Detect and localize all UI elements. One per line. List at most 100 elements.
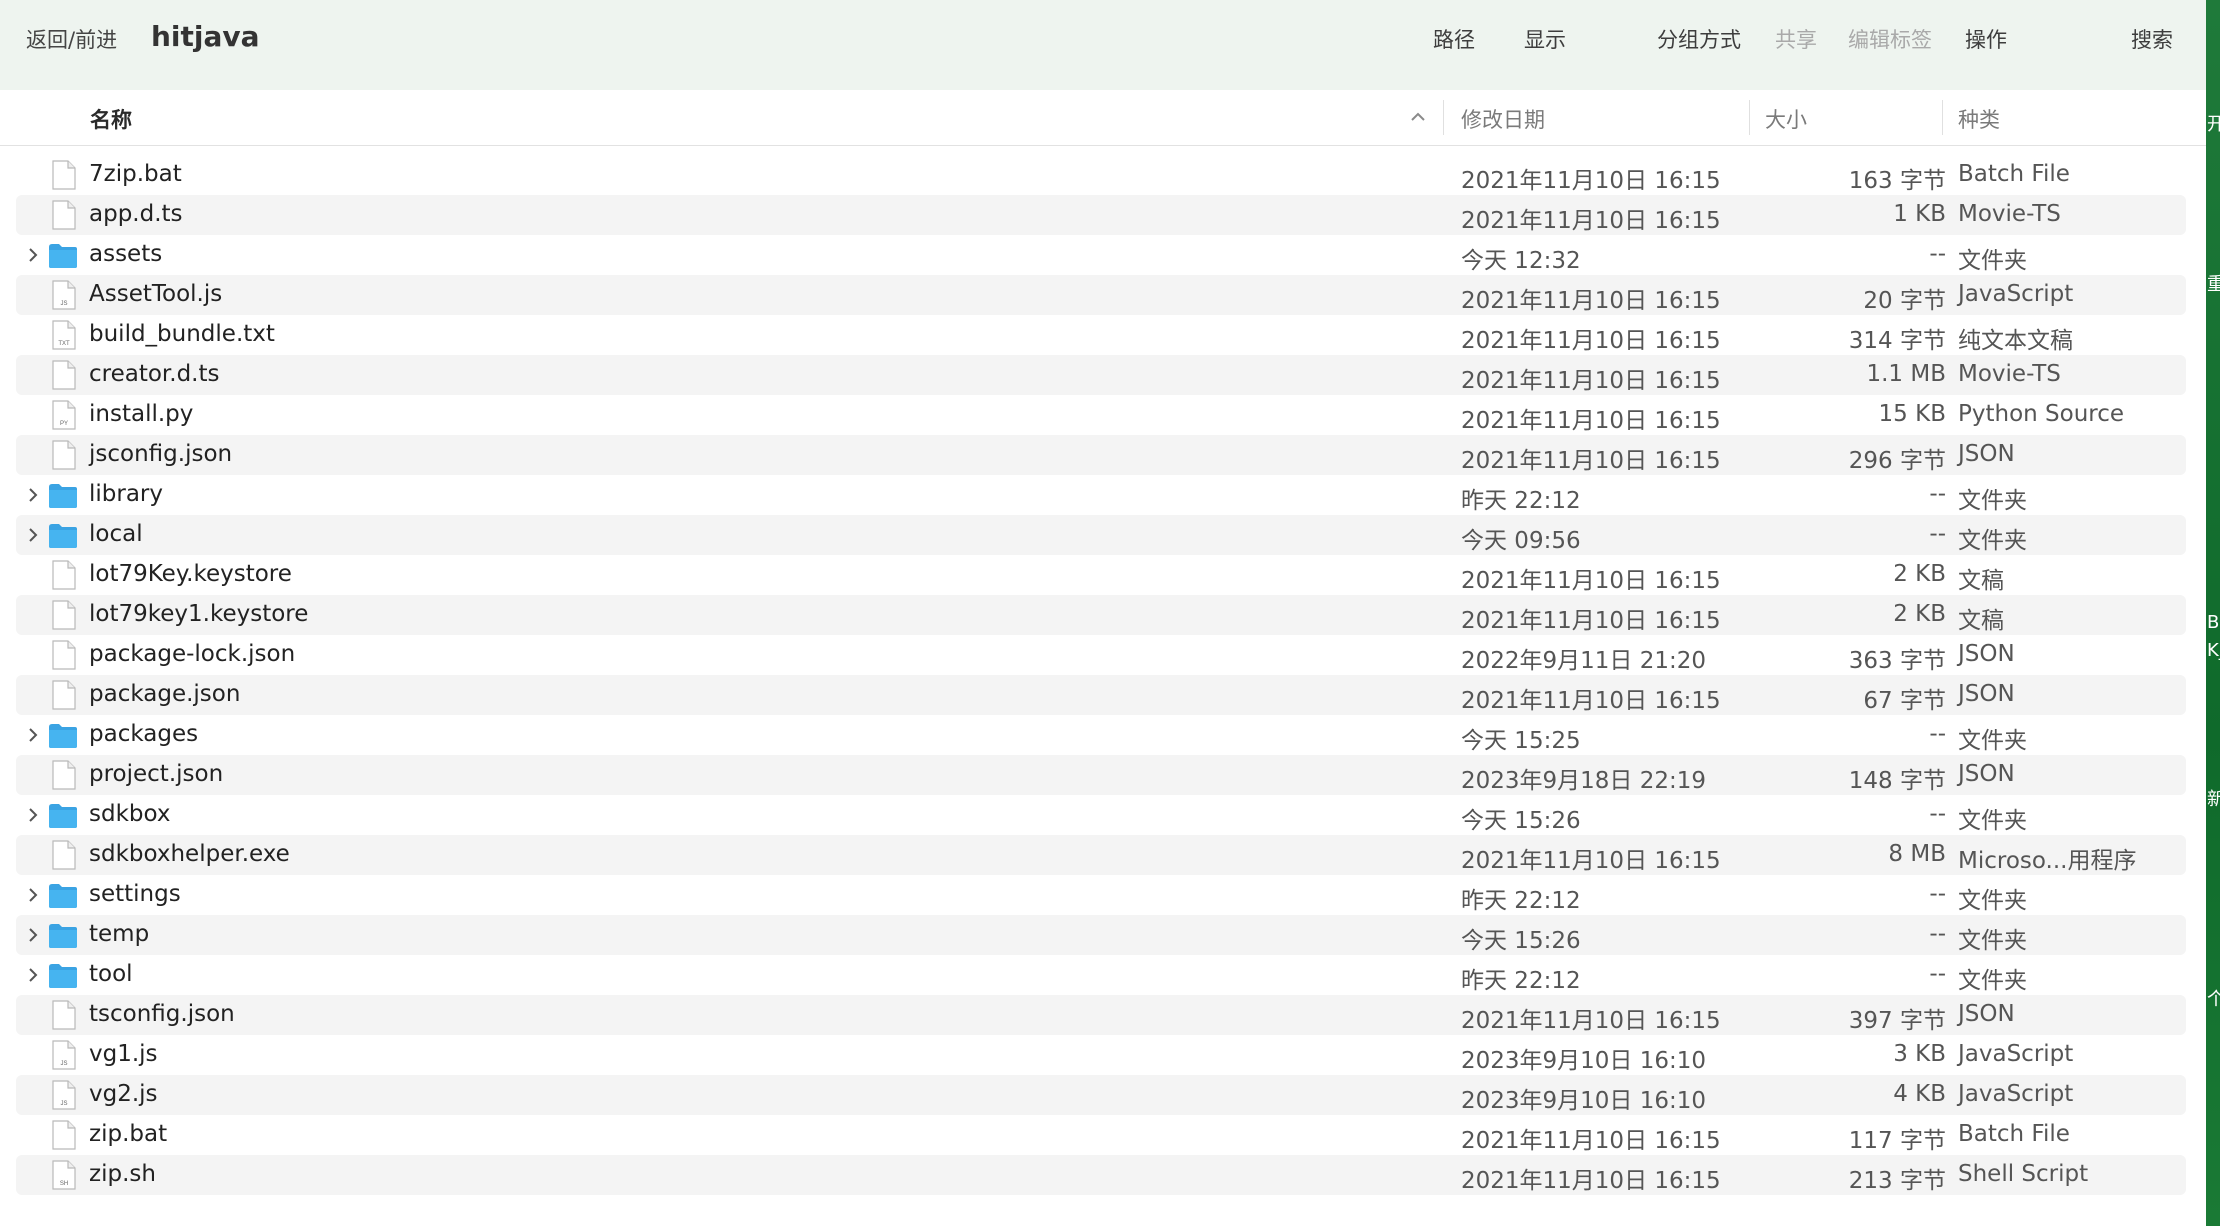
modified-date: 2021年11月10日 16:15 xyxy=(1461,568,1721,594)
path-button[interactable]: 路径 xyxy=(1433,24,1475,54)
file-kind: Batch File xyxy=(1958,161,2070,187)
document-icon xyxy=(52,1000,76,1030)
file-kind: 文件夹 xyxy=(1958,928,2027,954)
folder-icon xyxy=(49,484,77,508)
txt-file-icon: TXT xyxy=(52,320,76,350)
file-row[interactable]: PY install.py 2021年11月10日 16:15 15 KB Python… xyxy=(16,395,2186,435)
svg-text:JS: JS xyxy=(60,301,67,307)
folder-row[interactable]: temp 今天 15:26 -- 文件夹 xyxy=(16,915,2186,955)
file-row[interactable]: zip.bat 2021年11月10日 16:15 117 字节 Batch File xyxy=(16,1115,2186,1155)
background-text: 个 xyxy=(2207,989,2220,1010)
file-row[interactable]: jsconfig.json 2021年11月10日 16:15 296 字节 JSON xyxy=(16,435,2186,475)
kind-column-header[interactable]: 种类 xyxy=(1958,104,2000,134)
disclosure-chevron-icon[interactable] xyxy=(24,246,42,264)
modified-date: 今天 09:56 xyxy=(1461,528,1581,554)
file-row[interactable]: app.d.ts 2021年11月10日 16:15 1 KB Movie-TS xyxy=(16,195,2186,235)
file-kind: 文稿 xyxy=(1958,568,2004,594)
name-column-header[interactable]: 名称 xyxy=(90,104,132,134)
folder-icon xyxy=(49,724,77,748)
file-row[interactable]: lot79key1.keystore 2021年11月10日 16:15 2 KB 文… xyxy=(16,595,2186,635)
file-kind: Shell Script xyxy=(1958,1161,2089,1187)
edit-tags-button[interactable]: 编辑标签 xyxy=(1848,24,1932,54)
file-kind: JavaScript xyxy=(1958,1081,2074,1107)
disclosure-chevron-icon[interactable] xyxy=(24,526,42,544)
disclosure-chevron-icon[interactable] xyxy=(24,486,42,504)
file-row[interactable]: lot79Key.keystore 2021年11月10日 16:15 2 KB 文稿 xyxy=(16,555,2186,595)
file-name: library xyxy=(89,481,163,507)
folder-icon xyxy=(49,884,77,908)
folder-row[interactable]: packages 今天 15:25 -- 文件夹 xyxy=(16,715,2186,755)
disclosure-chevron-icon[interactable] xyxy=(24,886,42,904)
svg-text:PY: PY xyxy=(60,421,68,427)
sort-ascending-icon[interactable] xyxy=(1409,108,1427,126)
file-name: 7zip.bat xyxy=(89,161,182,187)
file-size: -- xyxy=(1929,961,1946,987)
file-row[interactable]: SH zip.sh 2021年11月10日 16:15 213 字节 Shell Scr… xyxy=(16,1155,2186,1195)
folder-row[interactable]: local 今天 09:56 -- 文件夹 xyxy=(16,515,2186,555)
date-column-header[interactable]: 修改日期 xyxy=(1461,104,1545,134)
svg-text:JS: JS xyxy=(60,1101,67,1107)
file-size: 1 KB xyxy=(1893,201,1946,227)
file-name: build_bundle.txt xyxy=(89,321,275,347)
file-row[interactable]: creator.d.ts 2021年11月10日 16:15 1.1 MB Movie… xyxy=(16,355,2186,395)
folder-row[interactable]: sdkbox 今天 15:26 -- 文件夹 xyxy=(16,795,2186,835)
column-divider[interactable] xyxy=(1443,100,1444,135)
file-size: -- xyxy=(1929,801,1946,827)
file-size: 2 KB xyxy=(1893,601,1946,627)
document-icon xyxy=(52,360,76,390)
view-button[interactable]: 显示 xyxy=(1524,24,1566,54)
folder-icon xyxy=(49,244,77,268)
file-size: -- xyxy=(1929,721,1946,747)
disclosure-chevron-icon[interactable] xyxy=(24,726,42,744)
modified-date: 2021年11月10日 16:15 xyxy=(1461,168,1721,194)
action-button[interactable]: 操作 xyxy=(1965,24,2007,54)
file-row[interactable]: JS AssetTool.js 2021年11月10日 16:15 20 字节 Java… xyxy=(16,275,2186,315)
background-text: 开 xyxy=(2207,114,2220,135)
file-size: -- xyxy=(1929,881,1946,907)
modified-date: 2021年11月10日 16:15 xyxy=(1461,448,1721,474)
file-name: packages xyxy=(89,721,199,747)
disclosure-chevron-icon[interactable] xyxy=(24,926,42,944)
file-size: 20 字节 xyxy=(1863,288,1946,314)
file-row[interactable]: package.json 2021年11月10日 16:15 67 字节 JSON xyxy=(16,675,2186,715)
column-divider[interactable] xyxy=(1749,100,1750,135)
svg-text:TXT: TXT xyxy=(58,341,70,347)
size-column-header[interactable]: 大小 xyxy=(1765,104,1807,134)
folder-row[interactable]: settings 昨天 22:12 -- 文件夹 xyxy=(16,875,2186,915)
disclosure-chevron-icon[interactable] xyxy=(24,966,42,984)
group-by-button[interactable]: 分组方式 xyxy=(1657,24,1741,54)
folder-icon xyxy=(49,524,77,548)
file-size: 2 KB xyxy=(1893,561,1946,587)
file-kind: JavaScript xyxy=(1958,1041,2074,1067)
file-size: 148 字节 xyxy=(1848,768,1946,794)
share-button[interactable]: 共享 xyxy=(1775,24,1817,54)
js-file-icon: JS xyxy=(52,1040,76,1070)
file-row[interactable]: project.json 2023年9月18日 22:19 148 字节 JSON xyxy=(16,755,2186,795)
file-size: 4 KB xyxy=(1893,1081,1946,1107)
file-row[interactable]: JS vg2.js 2023年9月10日 16:10 4 KB JavaScript xyxy=(16,1075,2186,1115)
python-file-icon: PY xyxy=(52,400,76,430)
file-name: jsconfig.json xyxy=(89,441,233,467)
folder-row[interactable]: assets 今天 12:32 -- 文件夹 xyxy=(16,235,2186,275)
file-row[interactable]: 7zip.bat 2021年11月10日 16:15 163 字节 Batch Fil… xyxy=(16,155,2186,195)
modified-date: 2021年11月10日 16:15 xyxy=(1461,1128,1721,1154)
column-header: 名称 修改日期 大小 种类 xyxy=(0,90,2206,146)
modified-date: 2021年11月10日 16:15 xyxy=(1461,688,1721,714)
svg-text:SH: SH xyxy=(60,1181,68,1187)
file-row[interactable]: package-lock.json 2022年9月11日 21:20 363 字节 J… xyxy=(16,635,2186,675)
file-size: 67 字节 xyxy=(1863,688,1946,714)
folder-row[interactable]: library 昨天 22:12 -- 文件夹 xyxy=(16,475,2186,515)
file-row[interactable]: TXT build_bundle.txt 2021年11月10日 16:15 314 … xyxy=(16,315,2186,355)
file-row[interactable]: tsconfig.json 2021年11月10日 16:15 397 字节 JSON xyxy=(16,995,2186,1035)
back-forward-button[interactable]: 返回/前进 xyxy=(26,24,117,54)
folder-row[interactable]: tool 昨天 22:12 -- 文件夹 xyxy=(16,955,2186,995)
disclosure-chevron-icon[interactable] xyxy=(24,806,42,824)
file-kind: JavaScript xyxy=(1958,281,2074,307)
file-row[interactable]: JS vg1.js 2023年9月10日 16:10 3 KB JavaScript xyxy=(16,1035,2186,1075)
file-name: project.json xyxy=(89,761,224,787)
background-text: 新 xyxy=(2207,789,2220,810)
document-icon xyxy=(52,760,76,790)
column-divider[interactable] xyxy=(1942,100,1943,135)
search-button[interactable]: 搜索 xyxy=(2131,24,2173,54)
file-row[interactable]: sdkboxhelper.exe 2021年11月10日 16:15 8 MB Mic… xyxy=(16,835,2186,875)
